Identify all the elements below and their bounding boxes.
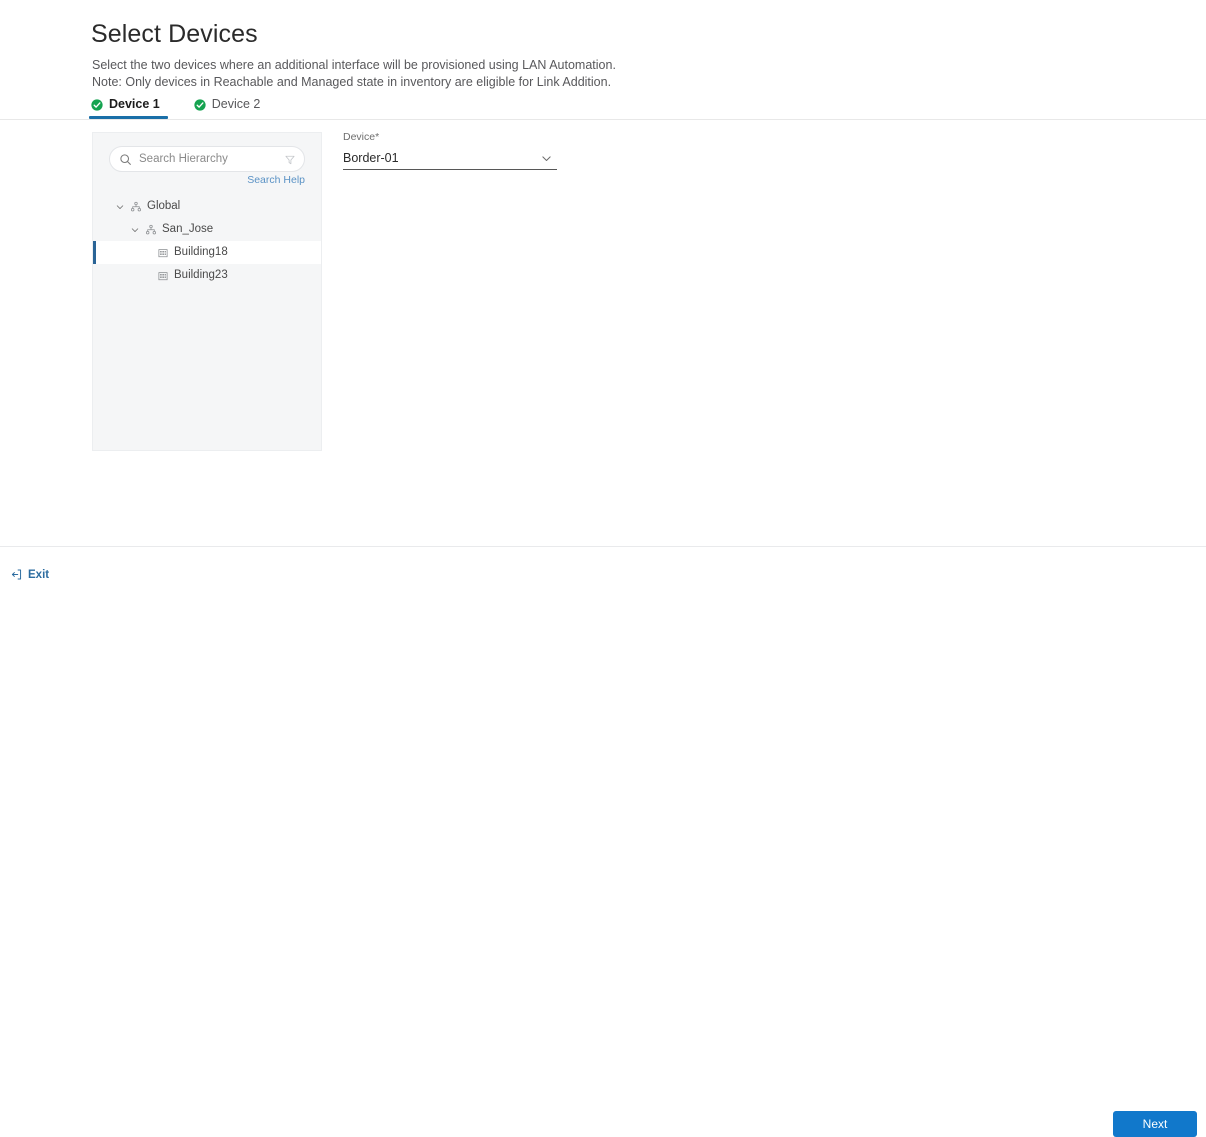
device-field: Device* Border-01 bbox=[343, 131, 557, 170]
device-tabs: Device 1 Device 2 bbox=[89, 97, 294, 119]
tree-item-building23[interactable]: Building23 bbox=[93, 264, 321, 287]
tree-item-building18[interactable]: Building18 bbox=[93, 241, 321, 264]
filter-icon[interactable] bbox=[284, 153, 296, 165]
tab-device-2-label: Device 2 bbox=[211, 97, 261, 111]
page-title: Select Devices bbox=[91, 20, 258, 48]
next-button[interactable]: Next bbox=[1113, 1111, 1197, 1137]
page-description: Select the two devices where an addition… bbox=[92, 57, 616, 91]
tabs-divider bbox=[0, 119, 1206, 120]
building-icon bbox=[157, 270, 169, 282]
page-description-line-1: Select the two devices where an addition… bbox=[92, 58, 616, 72]
tree-item-global[interactable]: Global bbox=[93, 195, 321, 218]
exit-icon bbox=[10, 568, 23, 581]
search-input[interactable] bbox=[139, 153, 279, 165]
check-circle-icon bbox=[91, 98, 103, 111]
device-select-value: Border-01 bbox=[343, 151, 399, 165]
device-field-label: Device* bbox=[343, 131, 380, 143]
tab-device-2[interactable]: Device 2 bbox=[194, 97, 261, 119]
page-description-line-2: Note: Only devices in Reachable and Mana… bbox=[92, 75, 612, 89]
exit-label: Exit bbox=[28, 568, 50, 581]
tree-item-san-jose[interactable]: San_Jose bbox=[93, 218, 321, 241]
tree-item-label: Building23 bbox=[174, 268, 228, 281]
exit-button[interactable]: Exit bbox=[10, 568, 49, 581]
hierarchy-tree: Global San_Jose Building18 Building23 bbox=[93, 195, 321, 287]
tree-item-label: Global bbox=[147, 199, 181, 212]
search-hierarchy-box[interactable] bbox=[109, 146, 305, 172]
tab-device-1[interactable]: Device 1 bbox=[89, 97, 168, 119]
hierarchy-panel: Search Help bbox=[92, 132, 322, 451]
building-icon bbox=[157, 247, 169, 259]
page-content: Select Devices Select the two devices wh… bbox=[0, 0, 1206, 546]
chevron-down-icon[interactable] bbox=[540, 152, 553, 165]
search-icon bbox=[119, 153, 132, 166]
search-help-link[interactable]: Search Help bbox=[247, 174, 305, 186]
chevron-down-icon[interactable] bbox=[115, 202, 125, 212]
chevron-down-icon[interactable] bbox=[130, 225, 140, 235]
sitemap-icon bbox=[145, 224, 157, 236]
selection-indicator bbox=[93, 241, 96, 264]
sitemap-icon bbox=[130, 201, 142, 213]
tree-item-label: San_Jose bbox=[162, 222, 214, 235]
device-select[interactable]: Border-01 bbox=[343, 147, 557, 170]
tab-device-1-label: Device 1 bbox=[109, 97, 160, 111]
check-circle-icon bbox=[194, 98, 206, 111]
tree-item-label: Building18 bbox=[174, 245, 228, 258]
footer-bar: Exit Next bbox=[0, 547, 1206, 1137]
